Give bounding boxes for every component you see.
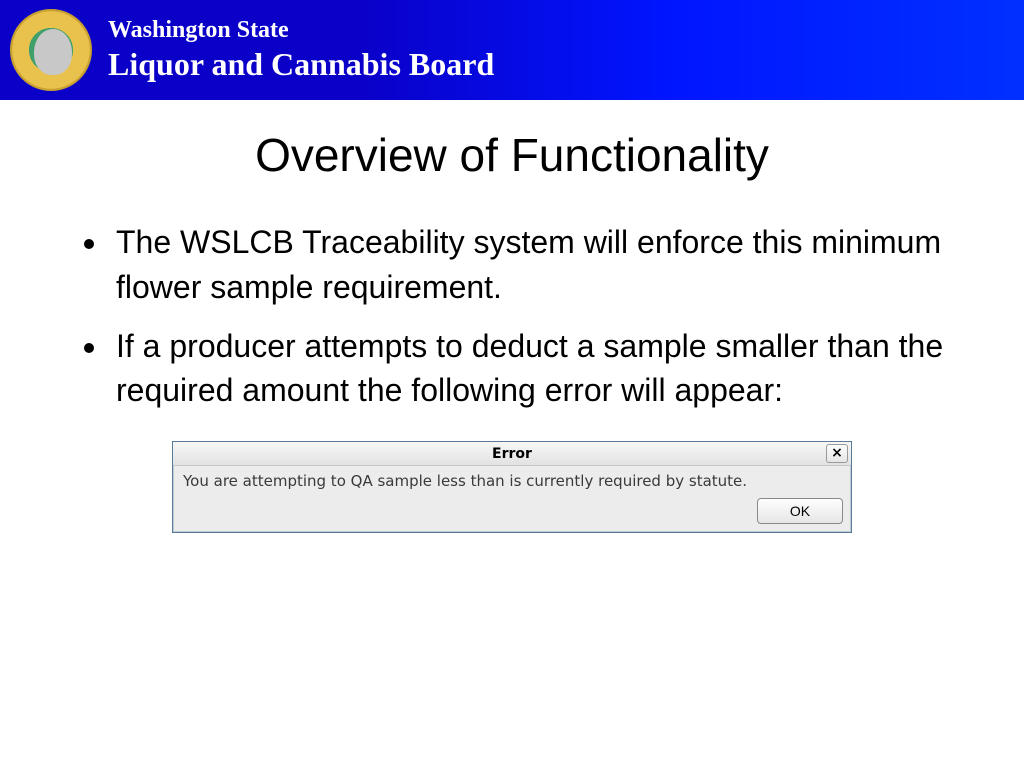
bullet-list: The WSLCB Traceability system will enfor… bbox=[110, 220, 964, 413]
bullet-item: If a producer attempts to deduct a sampl… bbox=[110, 324, 964, 414]
error-title: Error bbox=[492, 446, 532, 462]
slide-header: Washington State Liquor and Cannabis Boa… bbox=[0, 0, 1024, 100]
error-button-row: OK bbox=[173, 494, 851, 532]
ok-button[interactable]: OK bbox=[757, 498, 843, 524]
slide-title: Overview of Functionality bbox=[0, 128, 1024, 182]
error-dialog: Error × You are attempting to QA sample … bbox=[172, 441, 852, 533]
error-titlebar: Error × bbox=[173, 442, 851, 466]
header-line-2: Liquor and Cannabis Board bbox=[108, 46, 494, 83]
bullet-item: The WSLCB Traceability system will enfor… bbox=[110, 220, 964, 310]
state-seal-icon bbox=[10, 9, 92, 91]
header-line-1: Washington State bbox=[108, 17, 494, 44]
header-text: Washington State Liquor and Cannabis Boa… bbox=[108, 17, 494, 83]
close-button[interactable]: × bbox=[826, 444, 848, 463]
error-message: You are attempting to QA sample less tha… bbox=[173, 466, 851, 494]
